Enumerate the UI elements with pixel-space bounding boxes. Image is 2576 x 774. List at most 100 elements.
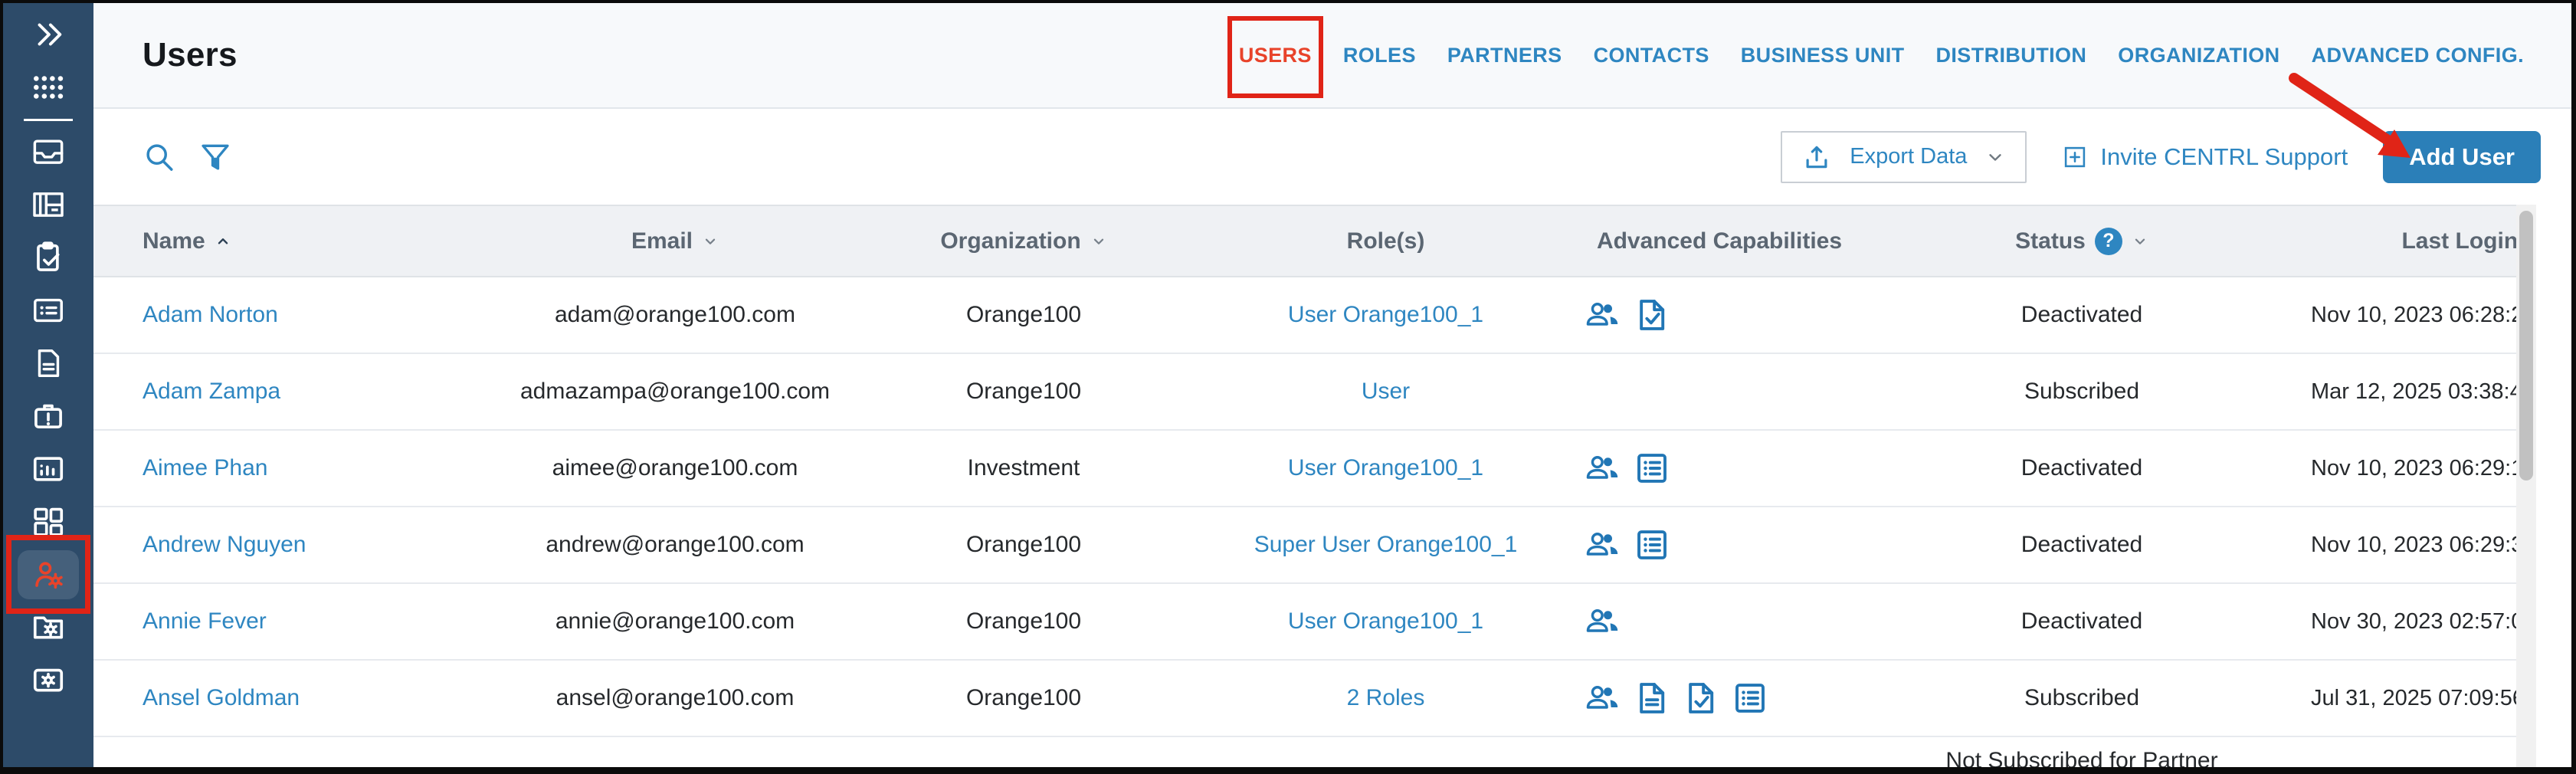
table-header-row: Name Email Organization Role(s) <box>93 205 2516 277</box>
sort-chevron-icon <box>1090 233 1107 250</box>
user-email: ansel@orange100.com <box>491 685 859 711</box>
checklist-icon <box>1732 681 1768 716</box>
column-header-name[interactable]: Name <box>143 228 491 254</box>
scrollbar-thumb[interactable] <box>2519 211 2533 480</box>
user-organization: Orange100 <box>859 532 1188 558</box>
advanced-capabilities <box>1583 681 1856 716</box>
user-organization: Orange100 <box>859 685 1188 711</box>
invite-centrl-support-label: Invite CENTRL Support <box>2100 143 2348 171</box>
table-clip: Name Email Organization Role(s) <box>93 205 2516 767</box>
document-check-icon <box>1683 681 1719 716</box>
folder-settings-icon[interactable] <box>3 601 93 654</box>
sort-chevron-icon <box>702 233 719 250</box>
add-user-label: Add User <box>2409 143 2515 171</box>
document-icon[interactable] <box>3 336 93 389</box>
column-header-organization[interactable]: Organization <box>859 228 1188 254</box>
user-status: Not Subscribed for Partner <box>1856 737 2308 767</box>
tab-advanced-config[interactable]: ADVANCED CONFIG. <box>2312 44 2524 67</box>
filter-icon[interactable] <box>199 141 231 173</box>
users-icon <box>1585 681 1621 716</box>
user-email: adam@orange100.com <box>491 302 859 328</box>
user-status: Deactivated <box>1856 302 2308 328</box>
tab-distribution[interactable]: DISTRIBUTION <box>1936 44 2087 67</box>
column-header-last-login[interactable]: Last Login Date <box>2308 228 2516 254</box>
user-settings-icon <box>31 557 66 592</box>
user-name-link[interactable]: Annie Fever <box>143 608 491 635</box>
upload-icon <box>1802 143 1831 172</box>
report-chart-icon[interactable] <box>3 442 93 495</box>
column-header-email[interactable]: Email <box>491 228 859 254</box>
table-row: Andrew Nguyen andrew@orange100.com Orang… <box>93 507 2516 584</box>
sort-asc-icon <box>215 233 231 250</box>
user-name-link[interactable]: Andrew Nguyen <box>143 532 491 558</box>
case-alert-icon[interactable] <box>3 389 93 442</box>
tab-partners[interactable]: PARTNERS <box>1447 44 1562 67</box>
sort-chevron-icon <box>2132 233 2148 250</box>
advanced-capabilities <box>1583 527 1856 562</box>
user-last-login: Mar 12, 2025 03:38:4 <box>2308 379 2516 405</box>
user-roles-link[interactable]: 2 Roles <box>1188 685 1583 711</box>
user-organization: Orange100 <box>859 379 1188 405</box>
status-help-icon[interactable]: ? <box>2095 228 2122 255</box>
tab-business-unit[interactable]: BUSINESS UNIT <box>1741 44 1905 67</box>
advanced-capabilities <box>1583 604 1856 639</box>
main-content: Users USERS ROLES PARTNERS CONTACTS BUSI… <box>93 3 2571 767</box>
user-name-link[interactable]: Adam Zampa <box>143 379 491 405</box>
active-item-highlight <box>18 550 79 599</box>
toolbar: Export Data Invite CENTRL Support Add Us… <box>93 109 2571 205</box>
data-table-icon[interactable] <box>3 178 93 231</box>
user-email: aimee@orange100.com <box>491 455 859 481</box>
user-organization: Orange100 <box>859 608 1188 635</box>
apps-grid-icon[interactable] <box>3 61 93 113</box>
user-last-login: Nov 10, 2023 06:29:1 <box>2308 456 2516 481</box>
user-roles-link[interactable]: User Orange100_1 <box>1188 302 1583 328</box>
export-data-button[interactable]: Export Data <box>1781 131 2027 183</box>
list-card-icon[interactable] <box>3 284 93 336</box>
column-header-status[interactable]: Status ? <box>1856 228 2308 255</box>
page-title: Users <box>143 36 238 74</box>
user-roles-link[interactable]: Super User Orange100_1 <box>1188 532 1583 558</box>
user-roles-link[interactable]: User Orange100_1 <box>1188 455 1583 481</box>
checklist-icon <box>1634 451 1670 486</box>
vertical-scrollbar[interactable] <box>2516 205 2536 767</box>
user-roles-link[interactable]: User Orange100_1 <box>1188 608 1583 635</box>
add-user-button[interactable]: Add User <box>2383 131 2541 183</box>
table-row: Aimee Phan aimee@orange100.com Investmen… <box>93 431 2516 507</box>
user-name-link[interactable]: Adam Norton <box>143 302 491 328</box>
collapse-chevrons-icon[interactable] <box>3 8 93 61</box>
user-email: annie@orange100.com <box>491 608 859 635</box>
invite-centrl-support-button[interactable]: Invite CENTRL Support <box>2062 143 2348 171</box>
user-status: Deactivated <box>1856 532 2308 558</box>
advanced-capabilities <box>1583 451 1856 486</box>
top-nav-tabs: USERS ROLES PARTNERS CONTACTS BUSINESS U… <box>1239 44 2524 67</box>
tab-contacts[interactable]: CONTACTS <box>1594 44 1709 67</box>
user-status: Subscribed <box>1856 685 2308 711</box>
tab-roles[interactable]: ROLES <box>1343 44 1416 67</box>
page-header: Users USERS ROLES PARTNERS CONTACTS BUSI… <box>93 3 2571 109</box>
users-icon <box>1585 297 1621 333</box>
user-name-link[interactable]: Ansel Goldman <box>143 685 491 711</box>
user-last-login: Nov 30, 2023 02:57:0 <box>2308 609 2516 635</box>
tab-organization[interactable]: ORGANIZATION <box>2118 44 2279 67</box>
table-row: Adam Zampa admazampa@orange100.com Orang… <box>93 354 2516 431</box>
app-window: Users USERS ROLES PARTNERS CONTACTS BUSI… <box>0 0 2576 774</box>
clipboard-check-icon[interactable] <box>3 231 93 284</box>
chevron-down-icon <box>1985 147 2005 167</box>
user-name-link[interactable]: Aimee Phan <box>143 455 491 481</box>
tab-users[interactable]: USERS <box>1239 44 1312 67</box>
sidebar-divider <box>24 119 73 121</box>
users-icon <box>1585 604 1621 639</box>
document-icon <box>1634 681 1670 716</box>
advanced-capabilities <box>1583 297 1856 333</box>
search-icon[interactable] <box>143 140 176 174</box>
table-row: Ansel Goldman ansel@orange100.com Orange… <box>93 661 2516 737</box>
media-settings-icon[interactable] <box>3 654 93 707</box>
column-header-roles[interactable]: Role(s) <box>1188 228 1583 254</box>
inbox-icon[interactable] <box>3 125 93 178</box>
table-row: Annie Fever annie@orange100.com Orange10… <box>93 584 2516 661</box>
users-table-area: Name Email Organization Role(s) <box>93 205 2571 767</box>
user-roles-link[interactable]: User <box>1188 379 1583 405</box>
dashboard-icon[interactable] <box>3 495 93 548</box>
sidebar-item-user-settings[interactable] <box>3 548 93 601</box>
user-organization: Investment <box>859 455 1188 481</box>
